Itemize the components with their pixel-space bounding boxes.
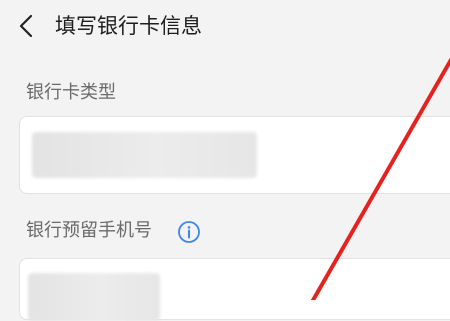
card-type-field[interactable] <box>19 116 450 194</box>
phone-label: 银行预留手机号 <box>26 220 152 241</box>
chevron-left-icon[interactable] <box>16 13 36 39</box>
card-type-label: 银行卡类型 <box>26 82 116 103</box>
phone-field[interactable] <box>19 258 450 321</box>
card-type-value-redacted <box>32 132 257 178</box>
top-bar: 填写银行卡信息 <box>0 0 450 52</box>
info-icon[interactable] <box>177 220 201 244</box>
page-title: 填写银行卡信息 <box>55 14 202 38</box>
phone-value-redacted <box>28 273 160 321</box>
